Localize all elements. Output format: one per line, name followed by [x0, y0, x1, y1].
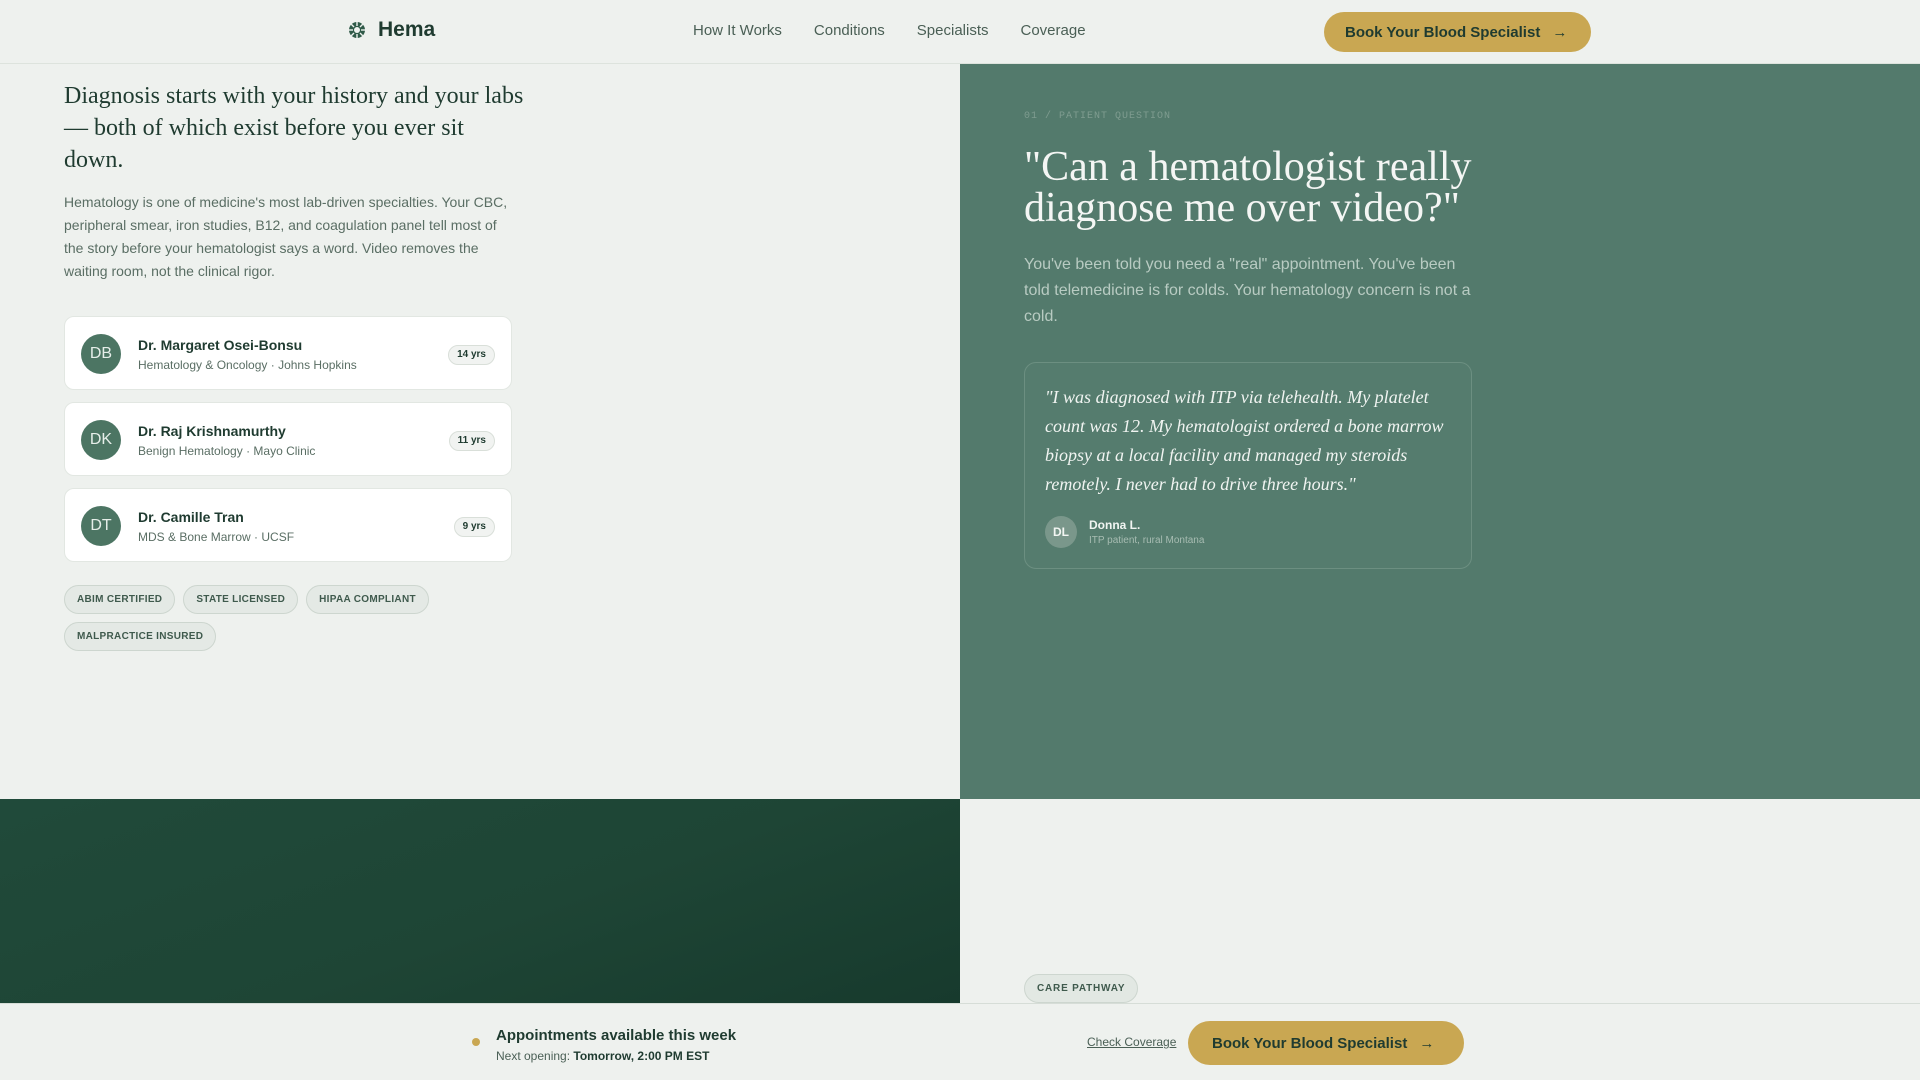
avatar: DK: [81, 420, 121, 460]
brand-logo[interactable]: Hema: [348, 18, 435, 42]
experience-badge: 14 yrs: [448, 345, 495, 365]
testimonial-meta: ITP patient, rural Montana: [1089, 535, 1205, 546]
check-coverage-link[interactable]: Check Coverage: [1087, 1035, 1176, 1049]
availability-title: Appointments available this week: [496, 1027, 737, 1044]
badge-abim-certified: ABIM CERTIFIED: [64, 585, 176, 614]
avatar: DT: [81, 506, 121, 546]
testimonial-card: "I was diagnosed with ITP via telehealth…: [1024, 362, 1472, 569]
specialists-panel: Diagnosis starts with your history and y…: [0, 64, 960, 799]
experience-badge: 11 yrs: [448, 431, 495, 451]
doctor-card[interactable]: DK Dr. Raj Krishnamurthy Benign Hematolo…: [64, 402, 512, 476]
nav-coverage[interactable]: Coverage: [1021, 22, 1086, 39]
appointment-bar: Appointments available this week Next op…: [0, 1003, 1920, 1080]
care-pathway-section: CARE PATHWAY: [960, 799, 1920, 1003]
site-header: Hema How It Works Conditions Specialists…: [0, 0, 1920, 64]
section-eyebrow: 01 / PATIENT QUESTION: [1024, 111, 1172, 122]
book-specialist-label: Book Your Blood Specialist: [1212, 1034, 1408, 1052]
book-specialist-button[interactable]: Book Your Blood Specialist →: [1324, 12, 1592, 52]
main-nav: How It Works Conditions Specialists Cove…: [693, 22, 1086, 39]
doctor-specialty: Hematology & Oncology · Johns Hopkins: [138, 358, 357, 372]
arrow-right-icon: →: [1552, 23, 1568, 41]
badge-state-licensed: STATE LICENSED: [183, 585, 299, 614]
availability-dot-icon: [472, 1038, 480, 1046]
credential-badges: ABIM CERTIFIED STATE LICENSED HIPAA COMP…: [64, 585, 484, 651]
care-pathway-badge: CARE PATHWAY: [1024, 974, 1139, 1003]
next-opening: Next opening: Tomorrow, 2:00 PM EST: [496, 1049, 709, 1063]
doctor-card[interactable]: DT Dr. Camille Tran MDS & Bone Marrow · …: [64, 488, 512, 562]
arrow-right-icon: →: [1419, 1034, 1435, 1052]
next-opening-label: Next opening:: [496, 1049, 571, 1063]
blood-cell-icon: [349, 22, 365, 38]
section-body: Hematology is one of medicine's most lab…: [64, 194, 508, 279]
avatar: DL: [1045, 516, 1077, 548]
nav-conditions[interactable]: Conditions: [814, 22, 885, 39]
book-specialist-bottom-button[interactable]: Book Your Blood Specialist →: [1188, 1021, 1465, 1065]
nav-how-it-works[interactable]: How It Works: [693, 22, 782, 39]
nav-specialists[interactable]: Specialists: [917, 22, 989, 39]
badge-malpractice-insured: MALPRACTICE INSURED: [64, 622, 217, 651]
book-specialist-label: Book Your Blood Specialist: [1345, 23, 1541, 41]
section-headline: Diagnosis starts with your history and y…: [64, 83, 524, 173]
experience-badge: 9 yrs: [453, 517, 495, 537]
doctor-card[interactable]: DB Dr. Margaret Osei-Bonsu Hematology & …: [64, 316, 512, 390]
patient-question-panel: 01 / PATIENT QUESTION "Can a hematologis…: [960, 64, 1920, 799]
brand-name: Hema: [378, 18, 436, 41]
dark-feature-panel: [0, 799, 960, 1003]
doctor-specialty: MDS & Bone Marrow · UCSF: [138, 530, 295, 544]
doctor-name: Dr. Raj Krishnamurthy: [138, 423, 286, 439]
doctor-name: Dr. Camille Tran: [138, 509, 244, 525]
badge-hipaa-compliant: HIPAA COMPLIANT: [306, 585, 429, 614]
avatar: DB: [81, 334, 121, 374]
testimonial-author: Donna L.: [1089, 518, 1141, 532]
doctor-list: DB Dr. Margaret Osei-Bonsu Hematology & …: [64, 316, 512, 574]
doctor-name: Dr. Margaret Osei-Bonsu: [138, 337, 303, 353]
next-opening-value: Tomorrow, 2:00 PM EST: [573, 1049, 710, 1063]
doctor-specialty: Benign Hematology · Mayo Clinic: [138, 444, 316, 458]
testimonial-quote: "I was diagnosed with ITP via telehealth…: [1045, 387, 1444, 494]
patient-question: "Can a hematologist really diagnose me o…: [1024, 144, 1472, 231]
question-subtext: You've been told you need a "real" appoi…: [1024, 256, 1471, 325]
